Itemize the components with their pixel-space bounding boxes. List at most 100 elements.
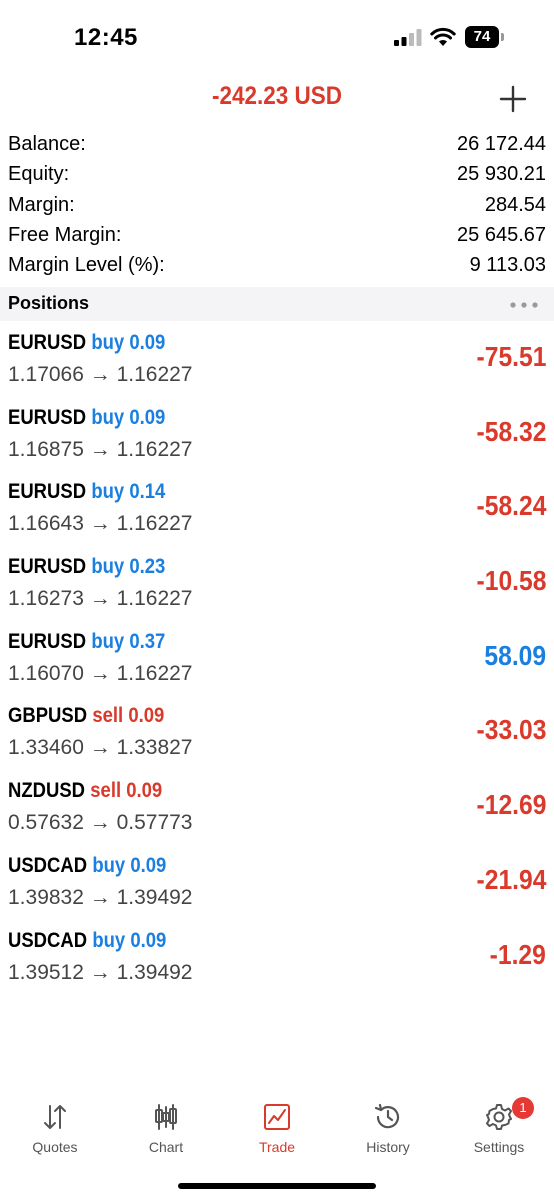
position-symbol: EURUSD (8, 555, 87, 579)
position-prices: 1.39512 → 1.39492 (8, 960, 193, 984)
status-time: 12:45 (74, 24, 138, 51)
position-row[interactable]: EURUSD buy 0.09 1.16875 → 1.16227 -58.32 (0, 401, 554, 476)
positions-section-header: Positions (0, 287, 554, 321)
history-icon (374, 1103, 400, 1129)
trade-icon (264, 1104, 290, 1130)
new-order-plus-icon[interactable] (498, 84, 528, 114)
position-prices: 1.16070 → 1.16227 (8, 661, 193, 685)
position-title: GBPUSD sell 0.09 (8, 704, 164, 728)
position-row[interactable]: USDCAD buy 0.09 1.39512 → 1.39492 -1.29 (0, 924, 554, 999)
position-side-volume: buy 0.37 (91, 629, 166, 653)
tab-label-settings: Settings (473, 1139, 525, 1155)
settings-notification-badge: 1 (512, 1097, 534, 1119)
position-prices: 1.39832 → 1.39492 (8, 885, 193, 909)
tab-label-chart: Chart (148, 1139, 184, 1155)
positions-list: EURUSD buy 0.09 1.17066 → 1.16227 -75.51 EUR… (0, 326, 554, 998)
position-symbol: EURUSD (8, 331, 87, 354)
summary-value: 26 172.44 (457, 133, 546, 155)
position-prices: 1.16643 → 1.16227 (8, 512, 193, 536)
position-symbol: USDCAD (8, 853, 88, 877)
home-indicator (178, 1183, 376, 1189)
position-row[interactable]: EURUSD buy 0.23 1.16273 → 1.16227 -10.58 (0, 550, 554, 625)
position-symbol: USDCAD (8, 928, 88, 952)
position-symbol: EURUSD (8, 480, 87, 504)
position-title: USDCAD buy 0.09 (8, 929, 166, 953)
position-prices: 1.17066 → 1.16227 (8, 363, 193, 386)
summary-value: 25 930.21 (457, 163, 546, 186)
summary-row: Margin Level (%): 9 113.03 (0, 251, 554, 281)
tab-bar: Quotes Chart Trade History 1 Settings (0, 1090, 554, 1170)
position-title: EURUSD buy 0.14 (8, 480, 165, 504)
position-title: EURUSD buy 0.09 (8, 331, 165, 355)
position-symbol: EURUSD (8, 629, 87, 653)
position-profit: -75.51 (476, 341, 546, 372)
position-row[interactable]: USDCAD buy 0.09 1.39832 → 1.39492 -21.94 (0, 849, 554, 924)
position-title: EURUSD buy 0.37 (8, 630, 165, 654)
position-side-volume: sell 0.09 (92, 704, 165, 728)
position-row[interactable]: EURUSD buy 0.37 1.16070 → 1.16227 58.09 (0, 625, 554, 700)
summary-label: Free Margin: (8, 223, 122, 246)
position-profit: -21.94 (476, 863, 546, 895)
position-symbol: NZDUSD (8, 779, 85, 803)
position-side-volume: buy 0.09 (92, 928, 167, 952)
position-profit: 58.09 (484, 639, 546, 671)
position-symbol: GBPUSD (8, 704, 88, 728)
wifi-icon (430, 27, 456, 46)
tab-trade[interactable]: Trade (222, 1090, 332, 1170)
position-side-volume: buy 0.09 (91, 405, 166, 429)
tab-label-history: History (366, 1139, 410, 1155)
position-side-volume: buy 0.14 (91, 480, 166, 504)
chart-icon (155, 1104, 177, 1130)
position-prices: 1.16875 → 1.16227 (8, 437, 193, 461)
tab-settings[interactable]: 1 Settings (444, 1090, 554, 1170)
summary-value: 25 645.67 (457, 223, 546, 246)
position-title: USDCAD buy 0.09 (8, 854, 166, 878)
battery-level: 74 (465, 26, 499, 48)
position-profit: -58.24 (476, 490, 546, 522)
position-title: EURUSD buy 0.23 (8, 555, 165, 579)
position-row[interactable]: EURUSD buy 0.14 1.16643 → 1.16227 -58.24 (0, 475, 554, 550)
position-row[interactable]: NZDUSD sell 0.09 0.57632 → 0.57773 -12.69 (0, 774, 554, 849)
summary-label: Equity: (8, 163, 70, 186)
summary-row: Balance: 26 172.44 (0, 130, 554, 160)
more-options-icon[interactable] (510, 302, 538, 308)
trade-header: -242.23 USD (0, 72, 554, 124)
summary-label: Margin Level (%): (8, 254, 165, 277)
position-row[interactable]: EURUSD buy 0.09 1.17066 → 1.16227 -75.51 (0, 326, 554, 401)
tab-label-trade: Trade (258, 1139, 296, 1155)
total-profit: -242.23 USD (211, 82, 343, 110)
position-side-volume: buy 0.09 (91, 331, 166, 354)
position-row[interactable]: GBPUSD sell 0.09 1.33460 → 1.33827 -33.03 (0, 699, 554, 774)
position-title: NZDUSD sell 0.09 (8, 779, 162, 803)
position-side-volume: sell 0.09 (90, 779, 163, 803)
tab-quotes[interactable]: Quotes (0, 1090, 110, 1170)
quotes-icon (44, 1105, 66, 1129)
position-prices: 0.57632 → 0.57773 (8, 811, 193, 835)
summary-row: Equity: 25 930.21 (0, 160, 554, 190)
cellular-signal-icon (394, 29, 422, 46)
summary-label: Balance: (8, 133, 86, 155)
position-profit: -10.58 (476, 565, 546, 597)
position-symbol: EURUSD (8, 405, 87, 429)
account-summary: Balance: 26 172.44 Equity: 25 930.21 Margin:… (0, 130, 554, 281)
positions-title: Positions (8, 293, 90, 313)
position-profit: -58.32 (476, 415, 546, 447)
tab-label-quotes: Quotes (32, 1139, 78, 1155)
summary-label: Margin: (8, 193, 75, 216)
summary-row: Margin: 284.54 (0, 191, 554, 221)
gear-icon (486, 1104, 512, 1130)
summary-value: 284.54 (484, 193, 546, 216)
tab-history[interactable]: History (333, 1090, 443, 1170)
position-profit: -1.29 (489, 938, 546, 970)
summary-value: 9 113.03 (469, 254, 546, 277)
position-side-volume: buy 0.23 (91, 555, 166, 579)
position-profit: -33.03 (476, 714, 546, 746)
position-prices: 1.16273 → 1.16227 (8, 587, 193, 611)
summary-row: Free Margin: 25 645.67 (0, 221, 554, 251)
battery-tip (501, 33, 504, 41)
position-profit: -12.69 (476, 789, 546, 821)
status-bar: 12:45 74 (0, 0, 554, 72)
position-side-volume: buy 0.09 (92, 853, 167, 877)
tab-chart[interactable]: Chart (111, 1090, 221, 1170)
position-title: EURUSD buy 0.09 (8, 406, 165, 430)
